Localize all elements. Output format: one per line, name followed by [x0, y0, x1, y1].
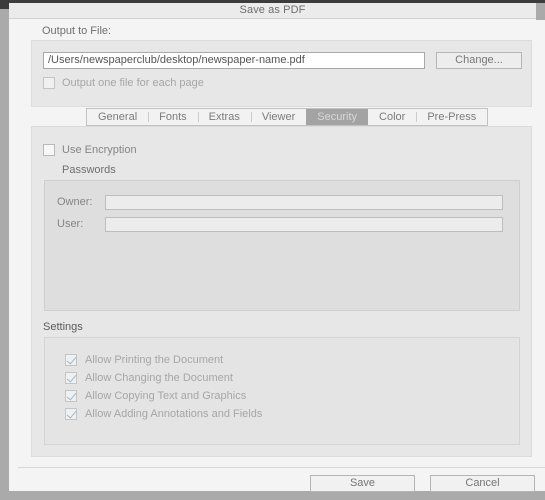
tab-fonts[interactable]: Fonts: [148, 109, 198, 125]
use-encryption-row[interactable]: Use Encryption: [43, 144, 137, 156]
settings-group: Allow Printing the Document Allow Changi…: [44, 337, 520, 445]
allow-annotations-label: Allow Adding Annotations and Fields: [85, 407, 263, 420]
output-to-file-label: Output to File:: [42, 25, 112, 37]
owner-password-input[interactable]: [105, 195, 503, 210]
security-tab-panel: Use Encryption Passwords Owner: User: Se…: [31, 126, 532, 457]
allow-printing-row[interactable]: Allow Printing the Document: [65, 354, 223, 366]
passwords-label: Passwords: [62, 164, 116, 176]
tab-pre-press[interactable]: Pre-Press: [416, 109, 488, 125]
allow-annotations-row[interactable]: Allow Adding Annotations and Fields: [65, 408, 262, 420]
output-panel: /Users/newspaperclub/desktop/newspaper-n…: [31, 40, 532, 107]
owner-password-row: Owner:: [57, 195, 503, 210]
window-top-edge: [0, 0, 545, 3]
save-as-pdf-dialog: Output to File: /Users/newspaperclub/des…: [0, 0, 545, 500]
tab-general[interactable]: General: [87, 109, 149, 125]
owner-password-label: Owner:: [57, 196, 93, 208]
output-path-value: /Users/newspaperclub/desktop/newspaper-n…: [48, 55, 305, 66]
tab-security[interactable]: Security: [306, 109, 369, 125]
change-button-label: Change...: [455, 54, 503, 66]
allow-annotations-checkbox[interactable]: [65, 408, 77, 420]
allow-printing-checkbox[interactable]: [65, 354, 77, 366]
cancel-button[interactable]: Cancel: [430, 475, 535, 492]
tab-viewer[interactable]: Viewer: [250, 109, 307, 125]
user-password-input[interactable]: [105, 217, 503, 232]
output-path-input[interactable]: /Users/newspaperclub/desktop/newspaper-n…: [43, 52, 425, 69]
use-encryption-label: Use Encryption: [62, 143, 137, 156]
user-password-label: User:: [57, 218, 84, 230]
user-password-row: User:: [57, 217, 503, 232]
use-encryption-checkbox[interactable]: [43, 144, 55, 156]
window-titlebar: Save as PDF: [9, 3, 536, 19]
allow-changing-row[interactable]: Allow Changing the Document: [65, 372, 233, 384]
allow-copying-row[interactable]: Allow Copying Text and Graphics: [65, 390, 246, 402]
allow-copying-checkbox[interactable]: [65, 390, 77, 402]
tab-strip: General Fonts Extras Viewer Security Col…: [31, 108, 532, 127]
cancel-button-label: Cancel: [465, 477, 500, 489]
passwords-group: Owner: User:: [44, 180, 520, 311]
window-corner-marker: [0, 0, 9, 9]
output-one-file-per-page-label: Output one file for each page: [62, 76, 204, 89]
tab-extras[interactable]: Extras: [197, 109, 251, 125]
allow-changing-label: Allow Changing the Document: [85, 371, 233, 384]
output-one-file-per-page-row[interactable]: Output one file for each page: [43, 77, 204, 89]
save-button[interactable]: Save: [310, 475, 415, 492]
allow-changing-checkbox[interactable]: [65, 372, 77, 384]
dialog-content: Output to File: /Users/newspaperclub/des…: [18, 20, 545, 492]
tab-list: General Fonts Extras Viewer Security Col…: [86, 108, 489, 126]
allow-printing-label: Allow Printing the Document: [85, 353, 224, 366]
settings-label: Settings: [43, 321, 83, 333]
footer-separator: [18, 467, 545, 468]
change-button[interactable]: Change...: [436, 52, 522, 69]
window-title: Save as PDF: [239, 4, 306, 16]
save-button-label: Save: [349, 477, 376, 489]
tab-color[interactable]: Color: [368, 109, 417, 125]
allow-copying-label: Allow Copying Text and Graphics: [85, 389, 247, 402]
output-one-file-per-page-checkbox[interactable]: [43, 77, 55, 89]
